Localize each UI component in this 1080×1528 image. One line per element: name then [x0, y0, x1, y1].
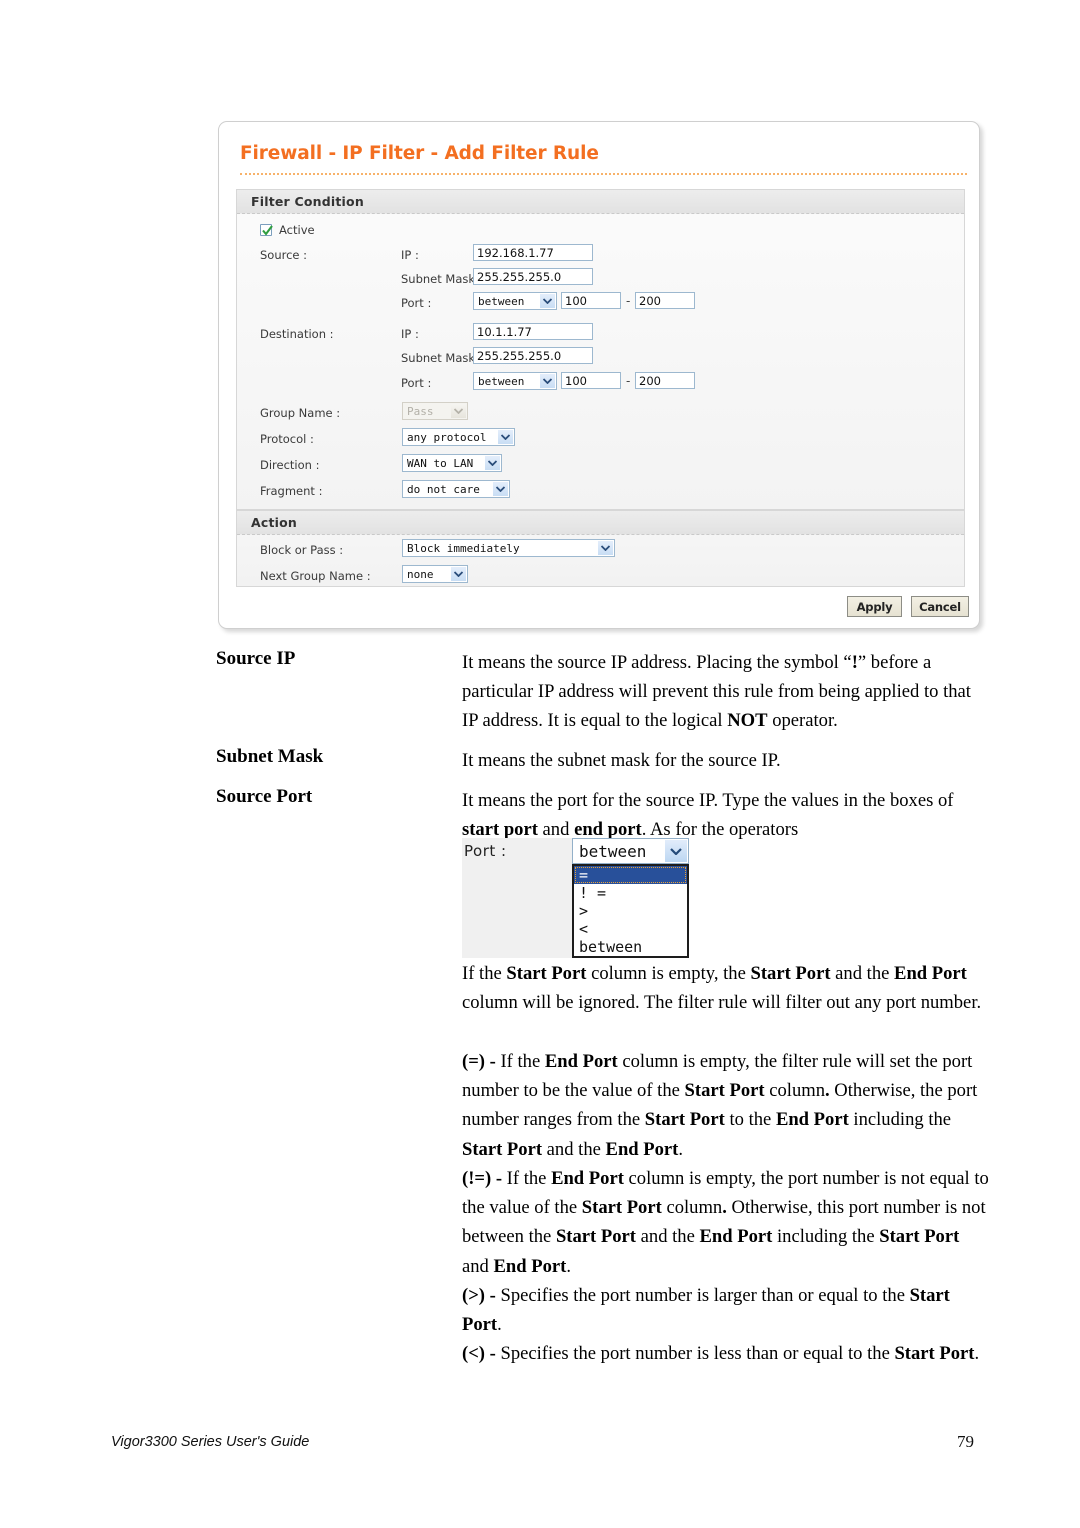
source-port-end-input[interactable]: 200: [635, 292, 695, 309]
chevron-down-icon: [451, 404, 466, 418]
filter-condition-title: Filter Condition: [251, 194, 364, 209]
active-checkbox-row[interactable]: Active: [260, 223, 315, 237]
block-or-pass-value: Block immediately: [407, 541, 520, 555]
title-divider: [240, 173, 967, 175]
fragment-label: Fragment :: [260, 484, 323, 498]
operator-note-greater-than: (>) - Specifies the port number is large…: [462, 1285, 950, 1336]
next-group-name-label: Next Group Name :: [260, 569, 371, 583]
source-port-label: Port :: [401, 296, 432, 310]
protocol-select[interactable]: any protocol: [402, 428, 515, 446]
direction-select[interactable]: WAN to LAN: [402, 454, 502, 472]
protocol-label: Protocol :: [260, 432, 314, 446]
checkmark-icon: [262, 225, 273, 236]
destination-ip-label: IP :: [401, 327, 419, 341]
destination-group-label: Destination :: [260, 327, 334, 341]
next-group-name-value: none: [407, 567, 434, 581]
source-port-operator-value: between: [478, 294, 525, 308]
source-port-operator-select[interactable]: between: [473, 292, 557, 310]
direction-value: WAN to LAN: [407, 456, 474, 470]
protocol-value: any protocol: [407, 430, 487, 444]
port-operator-select[interactable]: between: [572, 838, 689, 864]
active-checkbox-label: Active: [279, 223, 315, 237]
option-less-than[interactable]: <: [574, 920, 687, 938]
chevron-down-icon[interactable]: [485, 456, 500, 470]
group-name-select: Pass: [402, 402, 468, 420]
footer-guide-title: Vigor3300 Series User's Guide: [111, 1434, 310, 1450]
group-name-value: Pass: [407, 404, 434, 418]
fragment-value: do not care: [407, 482, 480, 496]
source-ip-input[interactable]: 192.168.1.77: [473, 244, 593, 261]
operator-note-less-than: (<) - Specifies the port number is less …: [462, 1343, 980, 1364]
definition-source-port: It means the port for the source IP. Typ…: [462, 790, 954, 841]
chevron-down-icon[interactable]: [498, 430, 513, 444]
option-equal[interactable]: =: [574, 866, 687, 884]
chevron-down-icon[interactable]: [665, 840, 687, 862]
source-subnet-mask-label: Subnet Mask :: [401, 272, 483, 286]
group-name-label: Group Name :: [260, 406, 341, 420]
destination-port-label: Port :: [401, 376, 432, 390]
destination-subnet-mask-label: Subnet Mask :: [401, 351, 483, 365]
destination-port-range-separator: -: [626, 374, 631, 388]
term-subnet-mask: Subnet Mask: [216, 746, 324, 767]
apply-button[interactable]: Apply: [847, 596, 902, 617]
page-number: 79: [957, 1432, 974, 1451]
source-group-label: Source :: [260, 248, 308, 262]
action-title: Action: [251, 515, 298, 530]
definition-subnet-mask: It means the subnet mask for the source …: [462, 750, 781, 771]
source-ip-label: IP :: [401, 248, 419, 262]
chevron-down-icon[interactable]: [598, 541, 613, 555]
chevron-down-icon[interactable]: [451, 567, 466, 581]
destination-subnet-mask-input[interactable]: 255.255.255.0: [473, 347, 593, 364]
next-group-name-select[interactable]: none: [402, 565, 468, 583]
port-label: Port :: [464, 842, 507, 860]
option-not-equal[interactable]: ! =: [574, 884, 687, 902]
direction-label: Direction :: [260, 458, 320, 472]
operator-note-equal: (=) - If the End Port column is empty, t…: [462, 1051, 978, 1160]
destination-port-operator-value: between: [478, 374, 525, 388]
source-port-range-separator: -: [626, 294, 631, 308]
filter-condition-panel: Filter Condition Active Source : IP : 19…: [236, 189, 965, 510]
definition-source-ip: It means the source IP address. Placing …: [462, 652, 971, 732]
destination-port-end-input[interactable]: 200: [635, 372, 695, 389]
source-port-start-input[interactable]: 100: [561, 292, 621, 309]
fragment-select[interactable]: do not care: [402, 480, 510, 498]
destination-ip-input[interactable]: 10.1.1.77: [473, 323, 593, 340]
port-operator-dropdown-figure: Port : between = ! = > < between: [462, 838, 689, 958]
port-operator-option-list[interactable]: = ! = > < between: [572, 864, 689, 958]
term-source-port: Source Port: [216, 786, 313, 807]
option-between[interactable]: between: [574, 938, 687, 956]
active-checkbox[interactable]: [260, 224, 273, 236]
cancel-button[interactable]: Cancel: [911, 596, 969, 617]
source-subnet-mask-input[interactable]: 255.255.255.0: [473, 268, 593, 285]
destination-port-operator-select[interactable]: between: [473, 372, 557, 390]
chevron-down-icon[interactable]: [540, 294, 555, 308]
filter-condition-header: Filter Condition: [237, 190, 964, 214]
operator-note-not-equal: (!=) - If the End Port column is empty, …: [462, 1168, 989, 1277]
term-source-ip: Source IP: [216, 648, 296, 669]
chevron-down-icon[interactable]: [540, 374, 555, 388]
destination-port-start-input[interactable]: 100: [561, 372, 621, 389]
page-title: Firewall - IP Filter - Add Filter Rule: [240, 143, 599, 164]
block-or-pass-label: Block or Pass :: [260, 543, 344, 557]
operator-note-start-port: If the Start Port column is empty, the S…: [462, 963, 982, 1014]
port-operator-selected-value: between: [579, 841, 647, 861]
action-panel: Action Block or Pass : Block immediately…: [236, 510, 965, 587]
action-header: Action: [237, 511, 964, 535]
chevron-down-icon[interactable]: [493, 482, 508, 496]
router-config-screenshot: Firewall - IP Filter - Add Filter Rule F…: [218, 121, 980, 629]
option-greater-than[interactable]: >: [574, 902, 687, 920]
block-or-pass-select[interactable]: Block immediately: [402, 539, 615, 557]
